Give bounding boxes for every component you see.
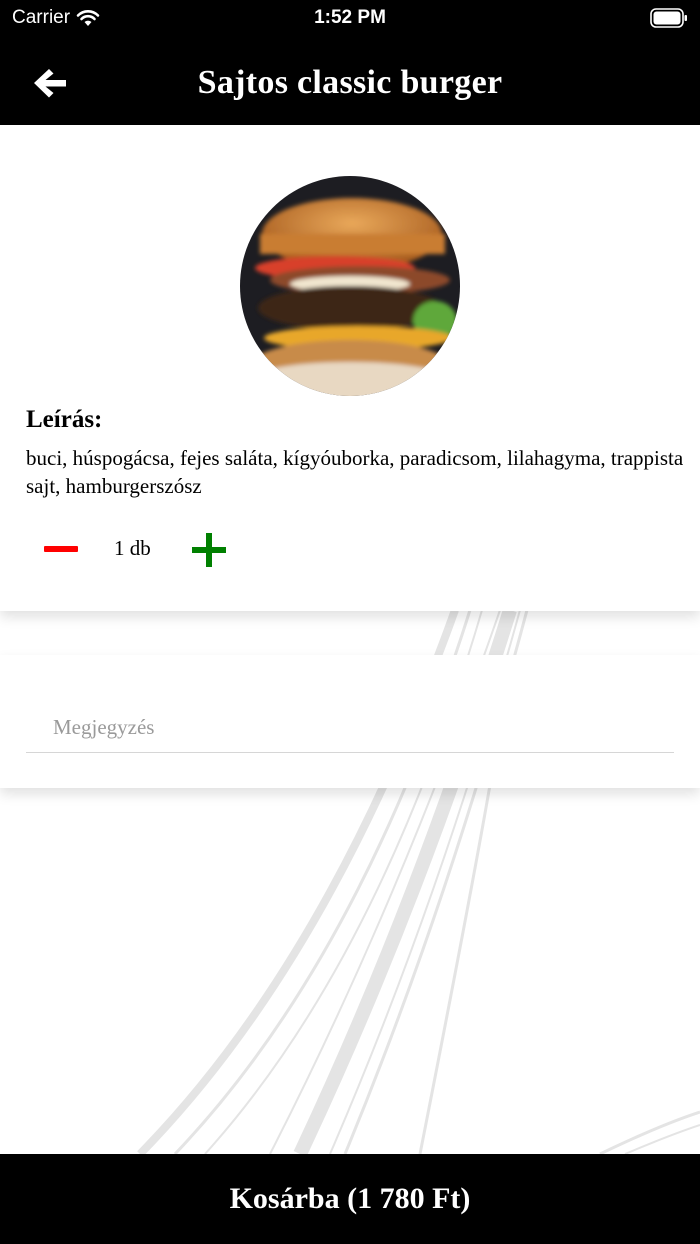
- decrease-quantity-button[interactable]: [44, 546, 78, 552]
- add-to-cart-button[interactable]: Kosárba (1 780 Ft): [0, 1154, 700, 1244]
- navigation-bar: Carrier 1:52 PM Sajtos classic burger: [0, 0, 700, 125]
- note-card: [0, 655, 700, 788]
- status-bar: Carrier 1:52 PM: [0, 0, 700, 36]
- product-card: Leírás: buci, húspogácsa, fejes saláta, …: [0, 125, 700, 611]
- burger-image: [240, 176, 460, 396]
- page-title: Sajtos classic burger: [197, 64, 503, 101]
- quantity-label: 1 db: [114, 536, 151, 560]
- description-text: buci, húspogácsa, fejes saláta, kígyóubo…: [26, 446, 684, 498]
- battery-icon: [650, 8, 687, 28]
- quantity-stepper: 1 db: [26, 530, 326, 570]
- increase-quantity-button[interactable]: [192, 533, 226, 567]
- note-input[interactable]: [26, 703, 674, 753]
- description-heading: Leírás:: [26, 406, 103, 433]
- status-time: 1:52 PM: [314, 7, 386, 28]
- product-image: [240, 176, 460, 396]
